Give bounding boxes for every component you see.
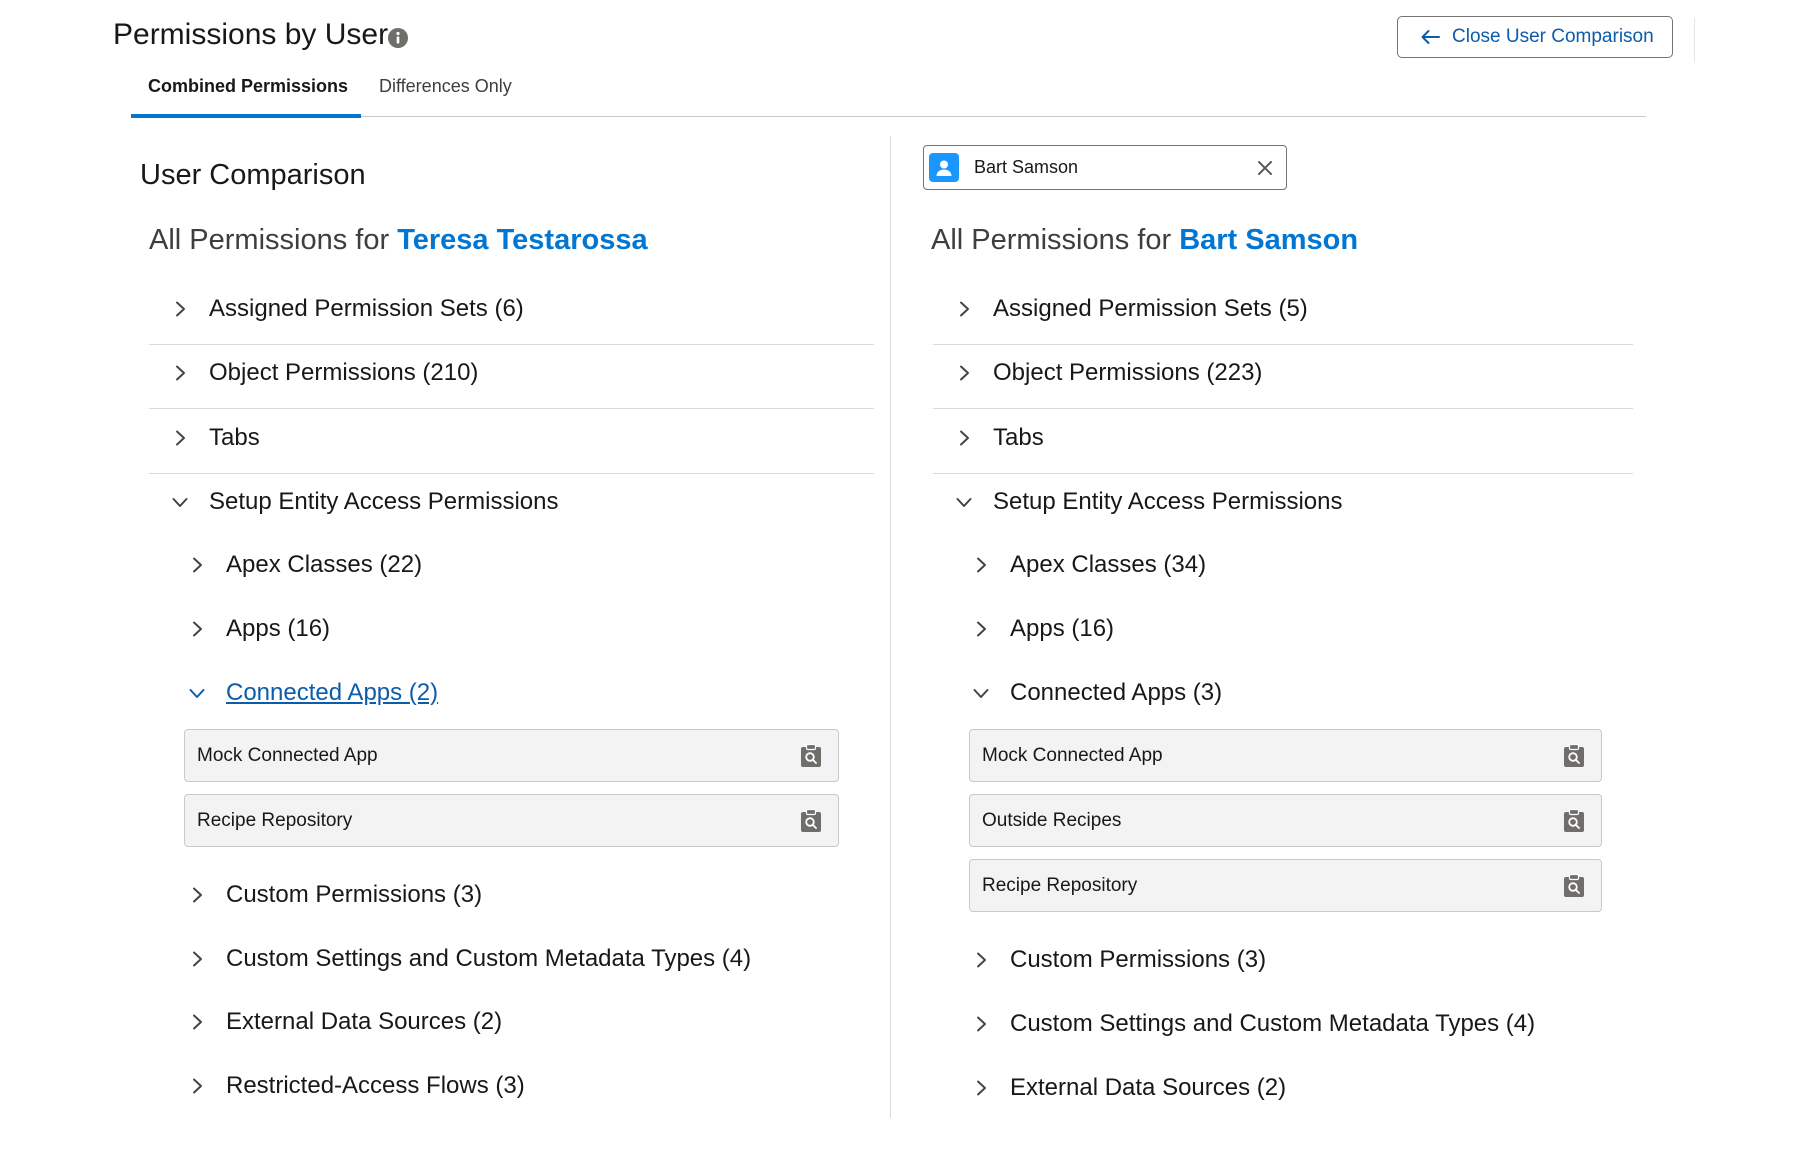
heading-prefix: All Permissions for [149,224,390,256]
user-name-link[interactable]: Teresa Testarossa [397,224,647,256]
section-object-permissions[interactable]: Object Permissions (210) [165,341,478,405]
subsection-connected-apps[interactable]: Connected Apps (3) [966,661,1222,725]
list-item: Mock Connected App [184,729,839,782]
user-icon [929,153,959,182]
chevron-right-icon [182,1007,212,1037]
section-label: Object Permissions (210) [209,359,479,386]
section-assigned-permission-sets[interactable]: Assigned Permission Sets (5) [949,277,1308,341]
subsection-custom-settings[interactable]: Custom Settings and Custom Metadata Type… [966,992,1535,1056]
section-tabs[interactable]: Tabs [949,406,1044,470]
subsection-label: Custom Permissions (3) [1010,946,1267,973]
list-item: Mock Connected App [969,729,1602,782]
subsection-label: Apex Classes (34) [1010,551,1207,578]
chevron-down-icon [966,678,996,708]
column-divider [890,136,891,1118]
subsection-label: External Data Sources (2) [226,1008,503,1035]
subsection-apex-classes[interactable]: Apex Classes (34) [966,533,1206,597]
list-item: Outside Recipes [969,794,1602,847]
chevron-down-icon [182,678,212,708]
right-column-heading: All Permissions for Bart Samson [931,224,1358,257]
subsection-label: Connected Apps (3) [1010,679,1223,706]
subsection-label: External Data Sources (2) [1010,1074,1287,1101]
section-label: Tabs [993,424,1044,451]
clipboard-search-icon[interactable] [800,743,822,768]
chevron-down-icon [165,487,195,517]
subsection-label: Restricted-Access Flows (3) [226,1072,525,1099]
chevron-right-icon [182,1071,212,1101]
list-item: Recipe Repository [184,794,839,847]
subsection-apps[interactable]: Apps (16) [966,597,1114,661]
section-label: Assigned Permission Sets (6) [209,295,524,322]
section-label: Tabs [209,424,260,451]
section-setup-entity-access[interactable]: Setup Entity Access Permissions [165,470,558,534]
user-name-link[interactable]: Bart Samson [1179,224,1358,256]
subsection-label: Apps (16) [1010,615,1115,642]
chevron-right-icon [165,423,195,453]
subsection-custom-permissions[interactable]: Custom Permissions (3) [182,863,482,927]
item-label: Outside Recipes [982,809,1122,831]
item-label: Mock Connected App [982,744,1163,766]
heading-prefix: All Permissions for [931,224,1172,256]
clipboard-search-icon[interactable] [1563,873,1585,898]
subsection-label: Apex Classes (22) [226,551,423,578]
close-button-label: Close User Comparison [1452,26,1654,47]
subsection-label: Connected Apps (2) [226,679,439,706]
page-title: Permissions by User [113,18,389,51]
subsection-apps[interactable]: Apps (16) [182,597,330,661]
chevron-right-icon [165,294,195,324]
subsection-restricted-access-flows[interactable]: Restricted-Access Flows (3) [182,1054,525,1118]
subsection-label: Apps (16) [226,615,331,642]
clipboard-search-icon[interactable] [1563,743,1585,768]
subsection-label: Custom Settings and Custom Metadata Type… [1010,1010,1536,1037]
section-setup-entity-access[interactable]: Setup Entity Access Permissions [949,470,1342,534]
tab-combined-permissions[interactable]: Combined Permissions [148,76,348,97]
close-icon[interactable] [1257,160,1273,176]
chevron-right-icon [966,1073,996,1103]
chevron-right-icon [949,358,979,388]
subsection-apex-classes[interactable]: Apex Classes (22) [182,533,422,597]
chevron-down-icon [949,487,979,517]
chevron-right-icon [966,550,996,580]
chevron-right-icon [165,358,195,388]
subsection-connected-apps[interactable]: Connected Apps (2) [182,661,438,725]
info-icon[interactable] [387,27,409,49]
chevron-right-icon [966,614,996,644]
section-title: User Comparison [140,159,366,191]
chevron-right-icon [182,944,212,974]
left-column-heading: All Permissions for Teresa Testarossa [149,224,648,257]
section-tabs[interactable]: Tabs [165,406,260,470]
header-divider [1694,18,1695,63]
section-object-permissions[interactable]: Object Permissions (223) [949,341,1262,405]
arrow-left-icon [1421,30,1440,44]
active-tab-indicator [131,114,361,118]
section-label: Assigned Permission Sets (5) [993,295,1308,322]
chevron-right-icon [949,423,979,453]
chevron-right-icon [949,294,979,324]
section-label: Setup Entity Access Permissions [209,488,559,515]
clipboard-search-icon[interactable] [800,808,822,833]
chevron-right-icon [182,614,212,644]
subsection-external-data-sources[interactable]: External Data Sources (2) [182,990,502,1054]
selected-user-name: Bart Samson [974,157,1079,177]
item-label: Recipe Repository [197,809,353,831]
subsection-label: Custom Settings and Custom Metadata Type… [226,945,752,972]
subsection-custom-permissions[interactable]: Custom Permissions (3) [966,928,1266,992]
clipboard-search-icon[interactable] [1563,808,1585,833]
chevron-right-icon [182,550,212,580]
close-user-comparison-button[interactable]: Close User Comparison [1397,16,1673,58]
list-item: Recipe Repository [969,859,1602,912]
chevron-right-icon [182,880,212,910]
item-label: Mock Connected App [197,744,378,766]
item-label: Recipe Repository [982,874,1138,896]
tab-differences-only[interactable]: Differences Only [379,76,512,97]
chevron-right-icon [966,945,996,975]
section-label: Setup Entity Access Permissions [993,488,1343,515]
selected-user-pill[interactable]: Bart Samson [923,145,1287,190]
chevron-right-icon [966,1009,996,1039]
section-label: Object Permissions (223) [993,359,1263,386]
subsection-external-data-sources[interactable]: External Data Sources (2) [966,1056,1286,1120]
subsection-label: Custom Permissions (3) [226,881,483,908]
section-assigned-permission-sets[interactable]: Assigned Permission Sets (6) [165,277,524,341]
subsection-custom-settings[interactable]: Custom Settings and Custom Metadata Type… [182,927,751,991]
